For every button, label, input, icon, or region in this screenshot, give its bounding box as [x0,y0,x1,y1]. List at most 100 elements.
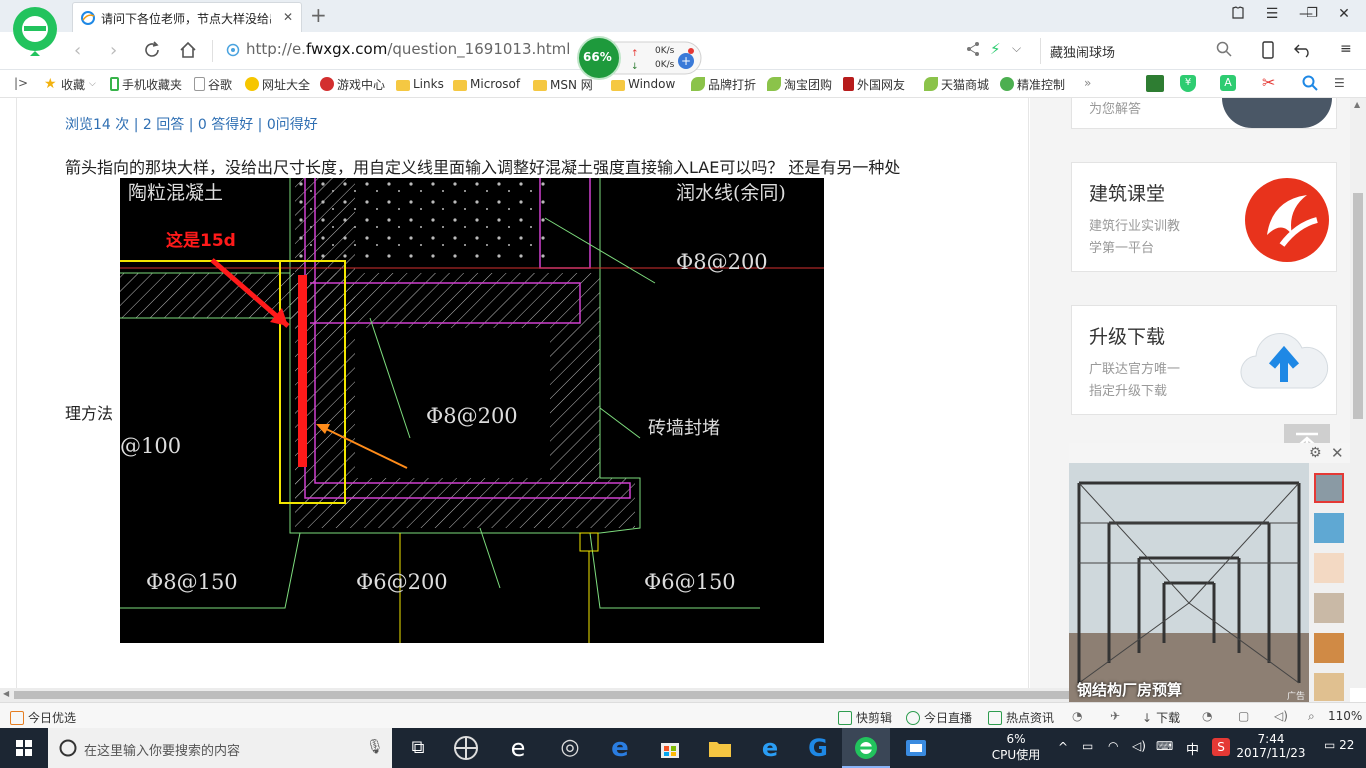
speaker-icon[interactable]: ◁) [1132,739,1146,753]
ad-thumb[interactable] [1314,553,1344,583]
downloads[interactable]: ↓ 下载 [1142,709,1180,726]
sidebar-card-classroom[interactable]: 建筑课堂 建筑行业实训教 学第一平台 [1071,162,1337,272]
bookmark-foreign[interactable]: 外国网友 [843,76,905,92]
volume-icon[interactable]: ◁) [1274,709,1288,723]
internet-explorer-icon[interactable]: e [756,734,784,762]
home-icon[interactable] [178,40,198,65]
zoom-level[interactable]: 110% [1328,709,1362,723]
bookmark-links[interactable]: Links [396,76,444,92]
forward-icon[interactable]: › [110,40,117,61]
reader-icon[interactable] [1146,75,1164,92]
search-page-icon[interactable] [1302,75,1318,94]
bookmark-mobile[interactable]: 手机收藏夹 [110,76,182,92]
sidebar-toggle-icon[interactable]: |> [14,76,28,90]
scroll-up-icon[interactable]: ▲ [1354,100,1360,109]
hot-news[interactable]: 热点资讯 [988,709,1054,726]
folder-icon [611,79,625,91]
url-input[interactable]: http://e.fwxgx.com/question_1691013.html [246,40,570,58]
back-icon[interactable]: ‹ [74,40,81,61]
scroll-left-icon[interactable]: ◀ [3,689,9,698]
close-ad-icon[interactable]: ✕ [1331,444,1344,462]
screenshot-app-icon[interactable] [902,734,930,762]
taskbar-search[interactable]: 在这里输入你要搜索的内容 🎙 [48,728,392,768]
sogou-browser-icon[interactable]: G [804,734,832,762]
file-explorer-icon[interactable] [706,734,734,762]
cpu-usage[interactable]: 6% CPU使用 [988,732,1044,763]
window-icon[interactable]: ▢ [1238,709,1249,723]
tools-menu-icon[interactable]: ☰ [1334,76,1345,90]
zoom-icon[interactable]: ⌕ [1308,709,1315,724]
svg-text:↓: ↓ [631,62,639,72]
qq-browser-icon[interactable]: ◎ [556,734,584,762]
sidebar-card-answer[interactable]: 为您解答 [1071,98,1337,129]
menu-icon[interactable]: ☰ [1262,6,1282,22]
keyboard-icon[interactable]: ⌨ [1156,739,1173,753]
ad-thumb[interactable] [1314,673,1344,701]
bookmark-hao[interactable]: 网址大全 [245,76,310,92]
close-tab-icon[interactable]: ✕ [283,10,293,24]
ime-indicator[interactable]: 中 [1186,739,1199,758]
restore-icon[interactable]: ❐ [1302,6,1322,21]
share-icon[interactable] [966,41,980,60]
ad-thumb[interactable] [1314,633,1344,663]
skin-icon[interactable] [1228,6,1248,24]
ad-thumb[interactable] [1314,513,1344,543]
bookmark-tmall[interactable]: 天猫商城 [924,76,989,92]
clean-icon[interactable]: ◔ [1202,709,1212,723]
question-stats[interactable]: 浏览14 次 | 2 回答 | 0 答得好 | 0问得好 [65,114,318,134]
gear-icon[interactable]: ⚙ [1309,445,1322,461]
chevron-down-icon[interactable]: ⌵ [1012,41,1021,56]
close-window-icon[interactable]: ✕ [1334,6,1354,22]
bookmark-microsoft[interactable]: Microsof [453,76,520,92]
new-tab-icon[interactable]: + [310,4,327,26]
bookmark-google[interactable]: 谷歌 [194,76,232,92]
ad-thumb[interactable] [1314,593,1344,623]
speed-dial-icon[interactable]: ◔ [1072,709,1082,723]
card-title: 建筑课堂 [1089,183,1166,205]
edge-icon[interactable]: e [606,734,634,762]
task-view-icon[interactable]: ⧉ [404,734,432,762]
battery-icon[interactable]: ▭ [1082,739,1093,753]
secure-site-icon[interactable] [226,43,240,60]
sidebar-card-download[interactable]: 升级下载 广联达官方唯一 指定升级下载 [1071,305,1337,415]
browser-logo[interactable] [10,4,60,56]
accelerate-icon[interactable]: ⚡ [990,40,1001,58]
sogou-ime-icon[interactable]: S [1212,738,1230,756]
wifi-icon[interactable]: ◠ [1108,739,1118,753]
tab-active[interactable]: 请问下各位老师，节点大样没给出 ✕ [72,2,302,32]
taskbar-active-browser[interactable] [842,728,890,768]
quick-edit[interactable]: 快剪辑 [838,709,892,726]
shield-icon[interactable]: ¥ [1180,75,1196,92]
scissors-icon[interactable]: ✂ [1262,73,1275,92]
bookmark-favorites[interactable]: ★ 收藏 ⌵ [44,76,96,92]
tray-expand-icon[interactable]: ^ [1058,740,1068,754]
more-menu-icon[interactable]: ≡ [1340,41,1352,57]
ad-thumb[interactable] [1314,473,1344,503]
pinwheel-app-icon[interactable] [452,734,480,762]
mobile-icon[interactable] [1262,41,1274,62]
search-icon[interactable] [1216,41,1232,60]
pin-icon[interactable]: ✈ [1110,709,1120,723]
speed-widget[interactable]: + ↑ ↓ 66% 0K/s 0K/s [577,36,703,80]
clock[interactable]: 7:44 2017/11/23 [1236,732,1306,760]
ad-popup[interactable]: ⚙ ✕ 钢结构厂房预算 广告 [1069,443,1350,702]
undo-icon[interactable] [1294,40,1314,61]
more-bookmarks-icon[interactable]: » [1084,76,1091,90]
notification-center[interactable]: ▭ 22 [1324,738,1354,752]
scrollbar-thumb[interactable] [1353,193,1363,419]
today-live[interactable]: 今日直播 [906,709,972,726]
ie-e-icon[interactable]: e [504,734,532,762]
today-picks[interactable]: 今日优选 [10,709,76,726]
bookmark-games[interactable]: 游戏中心 [320,76,385,92]
microphone-icon[interactable]: 🎙 [366,739,384,755]
store-icon[interactable] [656,734,684,762]
translate-icon[interactable]: A [1220,75,1236,91]
reload-icon[interactable] [142,40,162,65]
vertical-scrollbar[interactable]: ▲ [1350,98,1366,688]
bookmark-wechat[interactable]: 精准控制 [1000,76,1065,92]
search-input[interactable]: 藏独闹球场 [1050,42,1115,61]
start-button[interactable] [0,728,48,768]
ad-caption[interactable]: 钢结构厂房预算 [1077,679,1182,700]
cad-drawing-image[interactable]: 这是15d 陶粒混凝土 润水线(余同) Φ8@200 Φ8@200 砖墙封堵 @… [120,178,824,643]
bookmark-taobao[interactable]: 淘宝团购 [767,76,832,92]
